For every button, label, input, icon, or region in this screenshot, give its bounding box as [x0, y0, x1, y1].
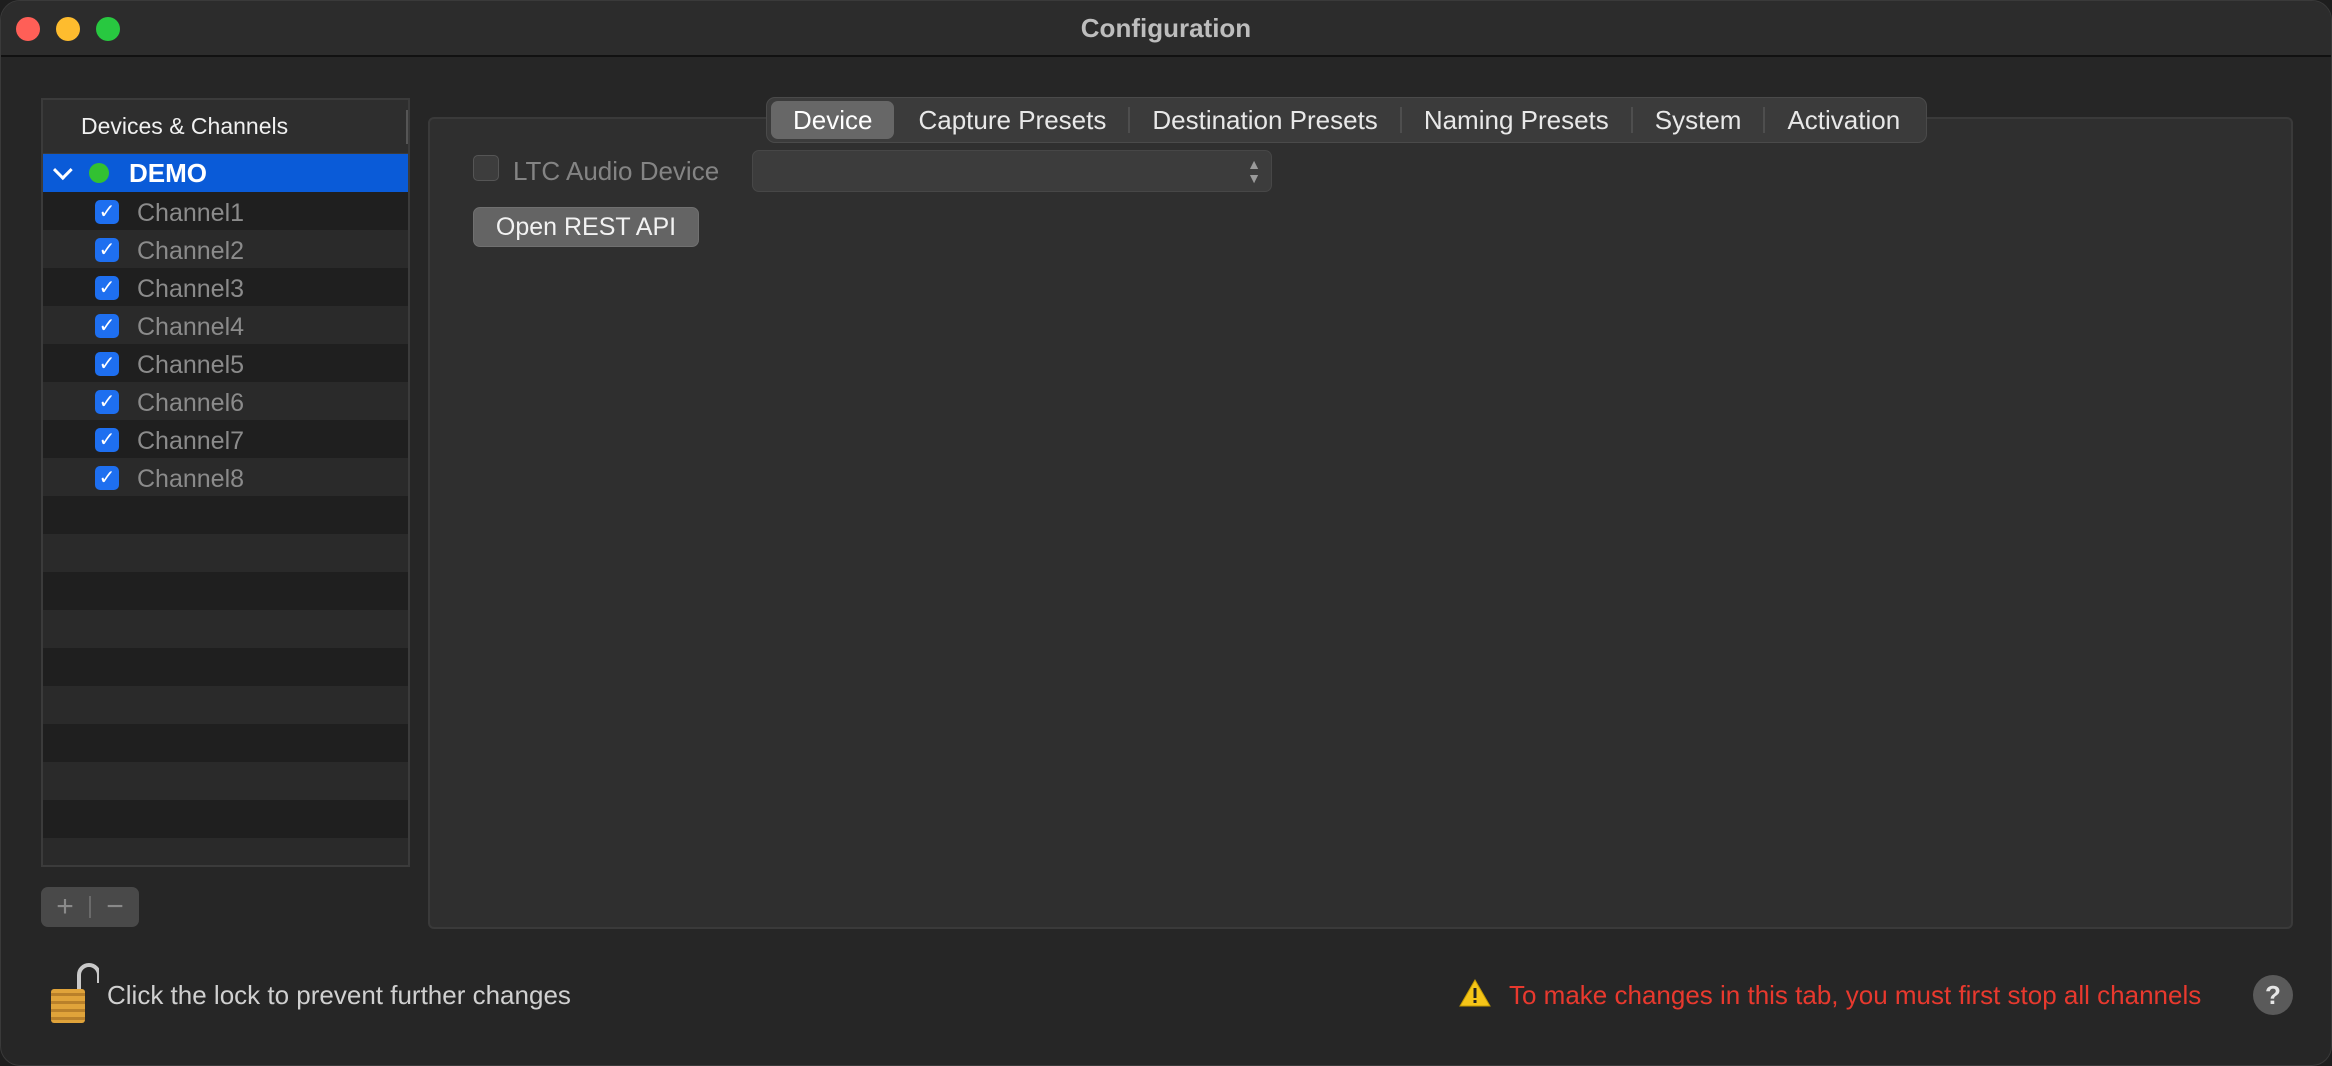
empty-list-row — [43, 800, 408, 838]
stop-channels-warning: To make changes in this tab, you must fi… — [1509, 980, 2202, 1010]
channel-label: Channel8 — [137, 465, 245, 493]
channel-enabled-checkbox[interactable]: ✓ — [95, 390, 119, 414]
list-header[interactable]: Devices & Channels — [43, 100, 408, 154]
channel-label: Channel1 — [137, 199, 245, 227]
empty-list-row — [43, 762, 408, 800]
tab-device[interactable]: Device — [771, 101, 895, 139]
tab-bar: Device Capture Presets Destination Presets… — [766, 97, 1928, 143]
open-rest-api-button[interactable]: Open REST API — [473, 207, 699, 247]
empty-list-row — [43, 648, 408, 686]
remove-device-button[interactable]: − — [91, 887, 139, 927]
channel-row[interactable]: ✓ Channel6 — [43, 382, 408, 420]
add-device-button[interactable]: + — [41, 887, 89, 927]
empty-list-row — [43, 496, 408, 534]
configuration-window: Configuration Devices & Channels DEMO ✓ C… — [0, 0, 2332, 1066]
channel-enabled-checkbox[interactable]: ✓ — [95, 200, 119, 224]
channel-row[interactable]: ✓ Channel7 — [43, 420, 408, 458]
empty-list-row — [43, 724, 408, 762]
empty-list-row — [43, 572, 408, 610]
tab-system[interactable]: System — [1633, 101, 1764, 139]
disclosure-chevron-icon[interactable] — [52, 160, 73, 181]
channel-row[interactable]: ✓ Channel3 — [43, 268, 408, 306]
channel-row[interactable]: ✓ Channel8 — [43, 458, 408, 496]
channel-label: Channel3 — [137, 275, 245, 303]
ltc-audio-device-select[interactable]: ▲ ▼ — [752, 150, 1272, 192]
device-row-demo[interactable]: DEMO — [43, 154, 408, 192]
channel-row[interactable]: ✓ Channel5 — [43, 344, 408, 382]
list-header-label: Devices & Channels — [81, 113, 289, 139]
tab-activation[interactable]: Activation — [1765, 101, 1922, 139]
channel-label: Channel6 — [137, 389, 245, 417]
window-title: Configuration — [1080, 13, 1252, 43]
device-status-dot-icon — [89, 163, 109, 183]
channel-label: Channel2 — [137, 237, 245, 265]
unlocked-padlock-icon[interactable] — [49, 963, 99, 1025]
channel-label: Channel4 — [137, 313, 245, 341]
tab-destination-presets[interactable]: Destination Presets — [1130, 101, 1399, 139]
channel-enabled-checkbox[interactable]: ✓ — [95, 428, 119, 452]
tab-content-panel — [428, 117, 2293, 929]
channel-enabled-checkbox[interactable]: ✓ — [95, 352, 119, 376]
title-bar: Configuration — [1, 1, 2331, 57]
devices-channels-list: Devices & Channels DEMO ✓ Channel1 ✓ Channe… — [41, 98, 410, 867]
channel-label: Channel7 — [137, 427, 245, 455]
empty-list-row — [43, 838, 408, 876]
tab-capture-presets[interactable]: Capture Presets — [896, 101, 1128, 139]
list-rows: DEMO ✓ Channel1 ✓ Channel2 ✓ Channel3 ✓ Channel… — [43, 154, 408, 876]
empty-list-row — [43, 610, 408, 648]
lock-hint-text: Click the lock to prevent further change… — [107, 980, 571, 1010]
channel-row[interactable]: ✓ Channel2 — [43, 230, 408, 268]
channel-enabled-checkbox[interactable]: ✓ — [95, 238, 119, 262]
select-updown-arrows-icon: ▲ ▼ — [1247, 156, 1261, 186]
tab-naming-presets[interactable]: Naming Presets — [1402, 101, 1631, 139]
empty-list-row — [43, 534, 408, 572]
channel-row[interactable]: ✓ Channel4 — [43, 306, 408, 344]
ltc-audio-device-checkbox[interactable] — [473, 155, 499, 181]
channel-enabled-checkbox[interactable]: ✓ — [95, 466, 119, 490]
channel-label: Channel5 — [137, 351, 245, 379]
warning-triangle-icon — [1459, 979, 1491, 1007]
channel-row[interactable]: ✓ Channel1 — [43, 192, 408, 230]
device-label: DEMO — [129, 157, 207, 188]
channel-enabled-checkbox[interactable]: ✓ — [95, 276, 119, 300]
help-button[interactable]: ? — [2253, 975, 2293, 1015]
add-remove-control: + − — [41, 887, 139, 927]
ltc-audio-device-label: LTC Audio Device — [513, 156, 720, 186]
channel-enabled-checkbox[interactable]: ✓ — [95, 314, 119, 338]
empty-list-row — [43, 686, 408, 724]
